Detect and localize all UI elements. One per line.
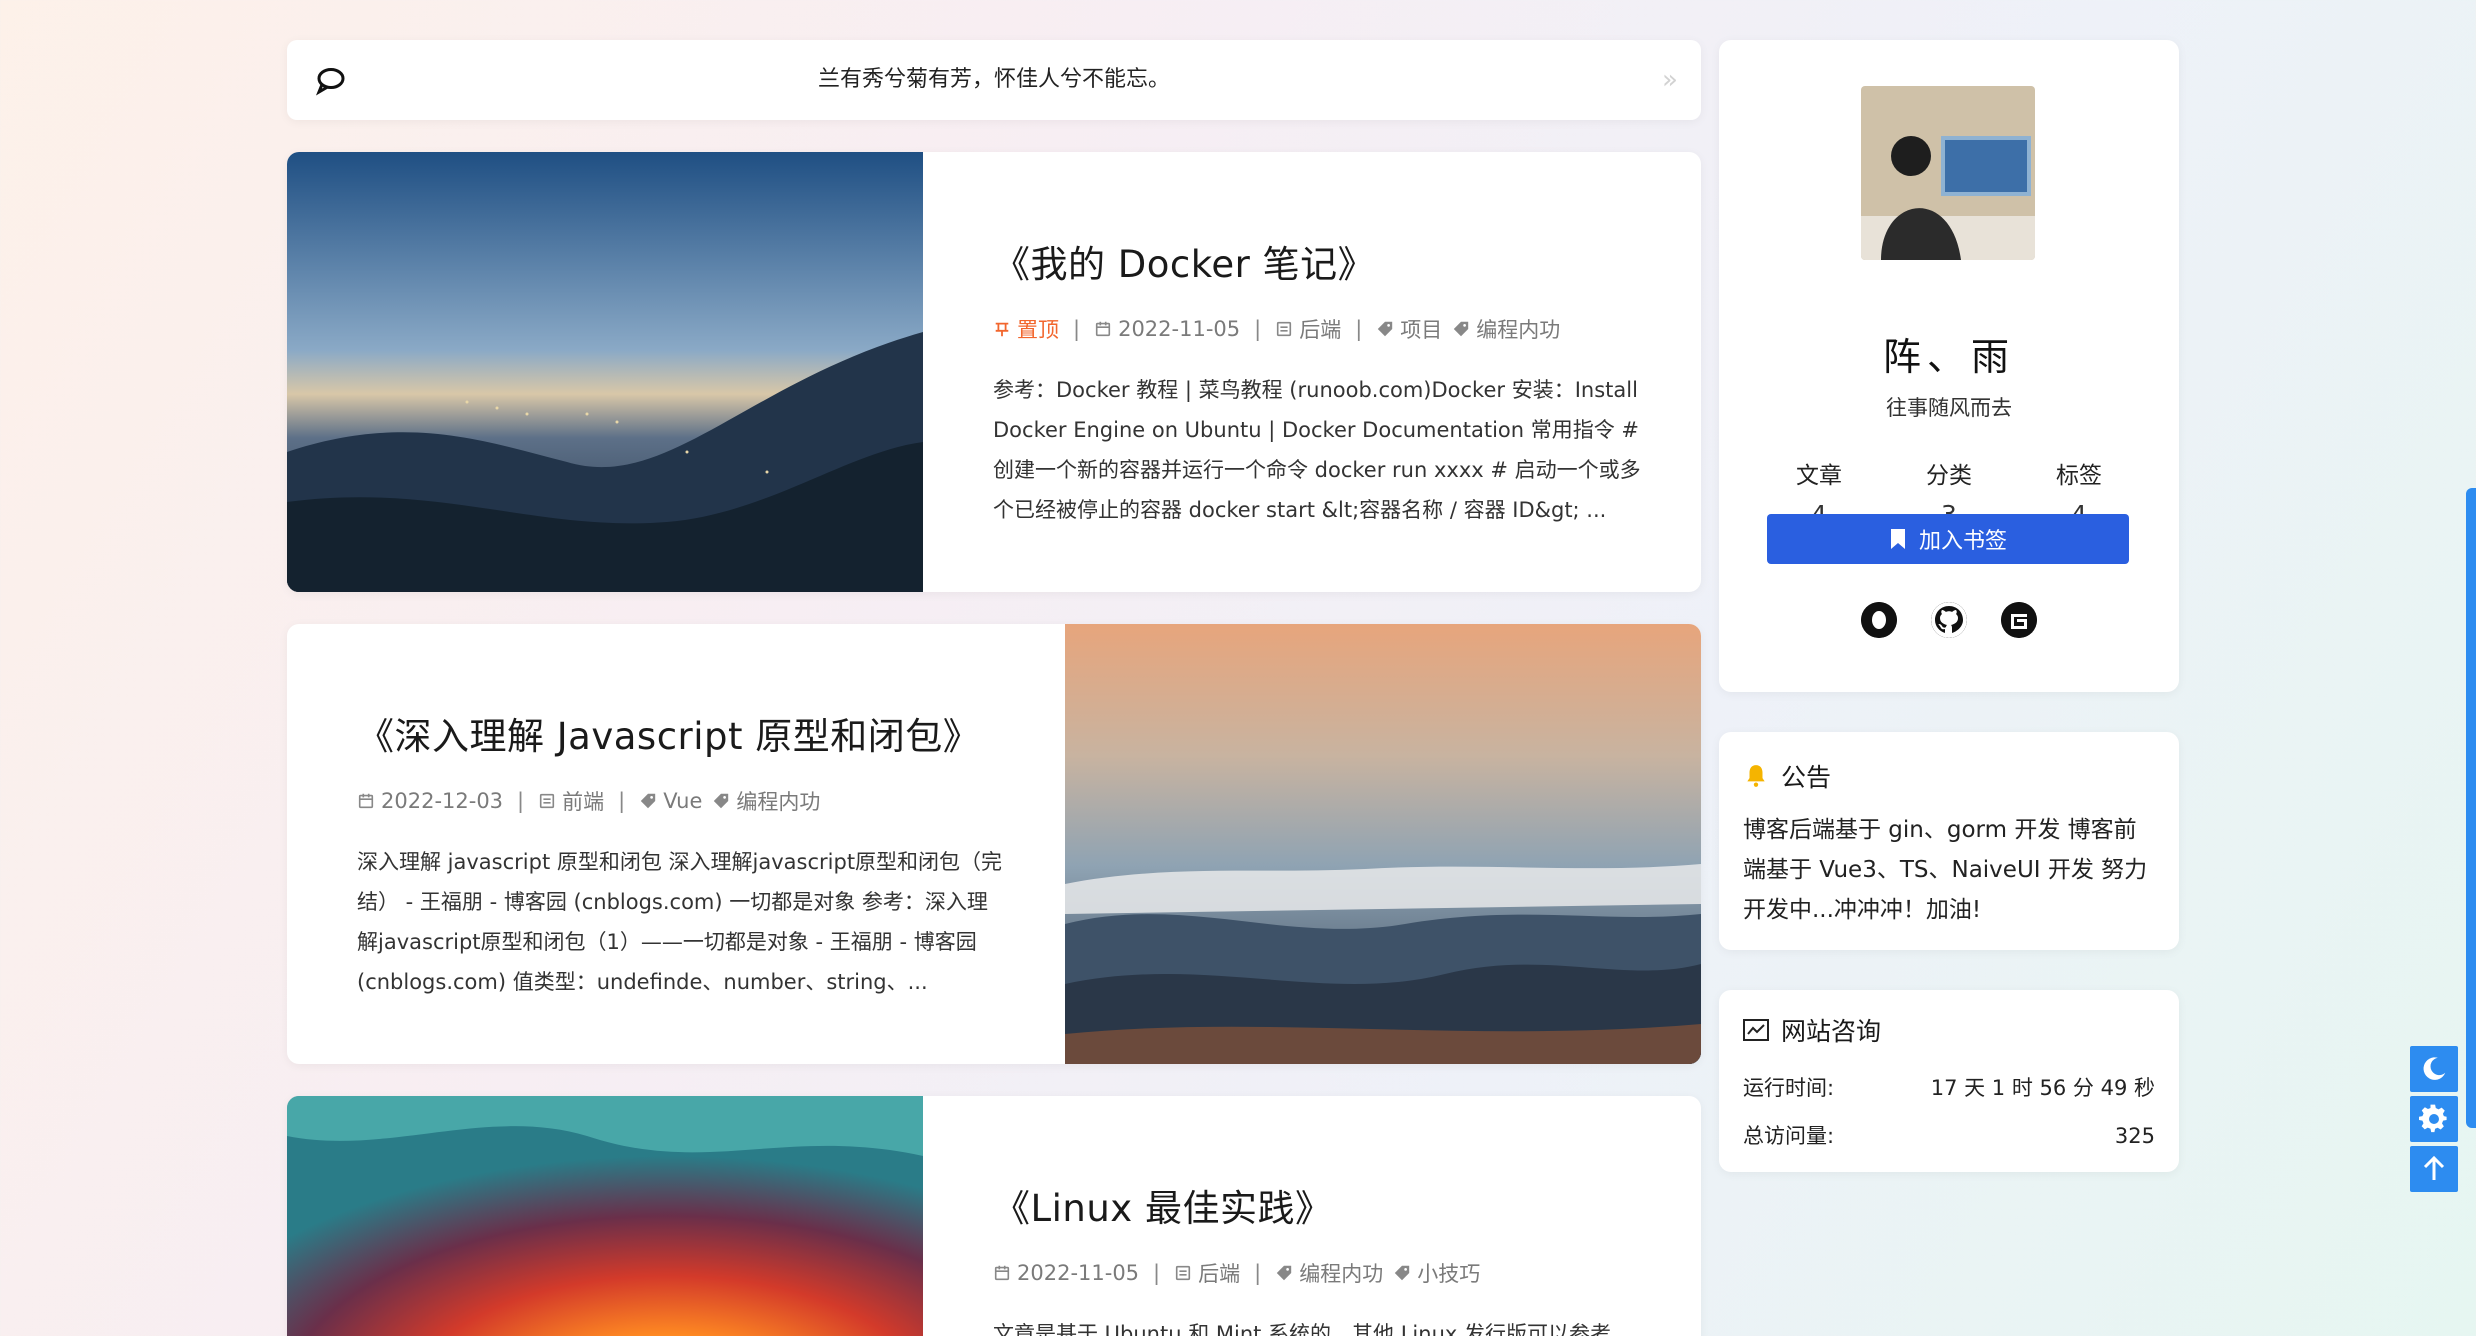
post-tag[interactable]: 项目	[1376, 314, 1442, 344]
post-cover-image[interactable]	[287, 1096, 923, 1336]
github-icon[interactable]	[1931, 602, 1967, 638]
post-cover-image[interactable]	[287, 152, 923, 592]
post-excerpt: 文章是基于 Ubuntu 和 Mint 系统的，其他 Linux 发行版可以参考	[993, 1322, 1611, 1336]
calendar-icon	[1095, 321, 1111, 337]
post-body: 《深入理解 Javascript 原型和闭包》 2022-12-03 | 前端 …	[287, 624, 1065, 1064]
post-cover-image[interactable]	[1065, 624, 1701, 1064]
post-body: 《我的 Docker 笔记》 置顶 | 2022-11-05 | 后端 | 项目	[923, 152, 1701, 592]
profile-motto: 往事随风而去	[1886, 396, 2012, 420]
meta-separator: |	[1073, 317, 1081, 341]
post-title[interactable]: 《Linux 最佳实践》	[993, 1178, 1641, 1232]
bookmark-button[interactable]: 加入书签	[1767, 514, 2129, 564]
post-meta: 2022-12-03 | 前端 | Vue 编程内功	[357, 786, 1005, 816]
post-tag[interactable]: 编程内功	[1275, 1258, 1383, 1288]
post-meta: 2022-11-05 | 后端 | 编程内功 小技巧	[993, 1258, 1641, 1288]
meta-separator: |	[1355, 317, 1363, 341]
post-category[interactable]: 前端	[538, 786, 604, 816]
qq-icon[interactable]	[1861, 602, 1897, 638]
profile-card: 阵、雨 往事随风而去 文章 4 分类 3 标签 4 加入书签	[1719, 40, 2179, 692]
avatar[interactable]	[1861, 86, 2035, 260]
category-icon	[1277, 321, 1292, 337]
meta-separator: |	[517, 789, 525, 813]
notice-card: 公告 博客后端基于 gin、gorm 开发 博客前端基于 Vue3、TS、Nai…	[1719, 732, 2179, 950]
profile-name: 阵、雨	[1882, 335, 2015, 379]
tag-icon	[641, 793, 656, 809]
floating-tools	[2410, 1046, 2458, 1196]
post-category[interactable]: 后端	[1174, 1258, 1240, 1288]
scrollbar[interactable]	[2466, 0, 2476, 1336]
notice-header: 公告	[1743, 758, 2155, 794]
tag-icon	[1395, 1265, 1410, 1281]
info-row-uptime: 运行时间: 17 天 1 时 56 分 49 秒	[1743, 1076, 2155, 1100]
meta-separator: |	[1254, 1261, 1262, 1285]
post-title[interactable]: 《我的 Docker 笔记》	[993, 234, 1641, 288]
notice-title: 公告	[1781, 763, 1832, 792]
notice-text: 博客后端基于 gin、gorm 开发 博客前端基于 Vue3、TS、NaiveU…	[1743, 817, 2148, 923]
meta-separator: |	[1254, 317, 1262, 341]
post-date: 2022-11-05	[1094, 317, 1240, 341]
social-links	[1719, 602, 2179, 638]
chevrons-right-icon[interactable]: »	[1655, 62, 1685, 98]
category-icon	[540, 793, 555, 809]
gitee-icon[interactable]	[2001, 602, 2037, 638]
site-info-header: 网站咨询	[1743, 1012, 2155, 1048]
meta-separator: |	[1153, 1261, 1161, 1285]
calendar-icon	[994, 1265, 1010, 1281]
post-tag[interactable]: 编程内功	[712, 786, 820, 816]
tag-icon	[1277, 1265, 1292, 1281]
post-date: 2022-11-05	[993, 1261, 1139, 1285]
post-tag[interactable]: Vue	[639, 789, 702, 813]
post-card[interactable]: 《Linux 最佳实践》 2022-11-05 | 后端 | 编程内功 小技巧 …	[287, 1096, 1701, 1336]
post-card[interactable]: 《我的 Docker 笔记》 置顶 | 2022-11-05 | 后端 | 项目	[287, 152, 1701, 592]
back-to-top-button[interactable]	[2410, 1146, 2458, 1192]
scrollbar-thumb[interactable]	[2466, 488, 2476, 1128]
pinned-badge: 置顶	[993, 314, 1059, 344]
bookmark-icon	[1890, 529, 1905, 549]
post-category[interactable]: 后端	[1275, 314, 1341, 344]
post-title[interactable]: 《深入理解 Javascript 原型和闭包》	[357, 706, 1005, 760]
tag-icon	[714, 793, 729, 809]
info-row-visits: 总访问量: 325	[1743, 1124, 2155, 1148]
meta-separator: |	[618, 789, 626, 813]
pinned-label: 置顶	[1017, 318, 1059, 342]
site-info-title: 网站咨询	[1781, 1017, 1882, 1046]
post-tag[interactable]: 小技巧	[1393, 1258, 1480, 1288]
post-meta: 置顶 | 2022-11-05 | 后端 | 项目 编程内功	[993, 314, 1641, 344]
chart-icon	[1743, 1019, 1769, 1041]
post-date: 2022-12-03	[357, 789, 503, 813]
settings-button[interactable]	[2410, 1096, 2458, 1142]
post-excerpt: 参考：Docker 教程 | 菜鸟教程 (runoob.com)Docker 安…	[993, 378, 1641, 522]
post-tag[interactable]: 编程内功	[1452, 314, 1560, 344]
category-icon	[1176, 1265, 1191, 1281]
post-body: 《Linux 最佳实践》 2022-11-05 | 后端 | 编程内功 小技巧 …	[923, 1096, 1701, 1336]
dark-mode-button[interactable]	[2410, 1046, 2458, 1092]
quote-bar: 兰有秀兮菊有芳，怀佳人兮不能忘。 »	[287, 40, 1701, 120]
post-excerpt: 深入理解 javascript 原型和闭包 深入理解javascript原型和闭…	[357, 850, 1003, 994]
bell-icon	[1747, 765, 1765, 787]
site-info-card: 网站咨询 运行时间: 17 天 1 时 56 分 49 秒 总访问量: 325	[1719, 990, 2179, 1172]
pin-icon	[995, 322, 1009, 337]
calendar-icon	[358, 793, 374, 809]
moon-icon	[2423, 1057, 2446, 1080]
tag-icon	[1378, 321, 1393, 337]
quote-text: 兰有秀兮菊有芳，怀佳人兮不能忘。	[817, 67, 1170, 92]
post-card[interactable]: 《深入理解 Javascript 原型和闭包》 2022-12-03 | 前端 …	[287, 624, 1701, 1064]
tag-icon	[1454, 321, 1469, 337]
arrow-up-icon	[2423, 1156, 2445, 1180]
gear-icon	[2419, 1104, 2447, 1133]
